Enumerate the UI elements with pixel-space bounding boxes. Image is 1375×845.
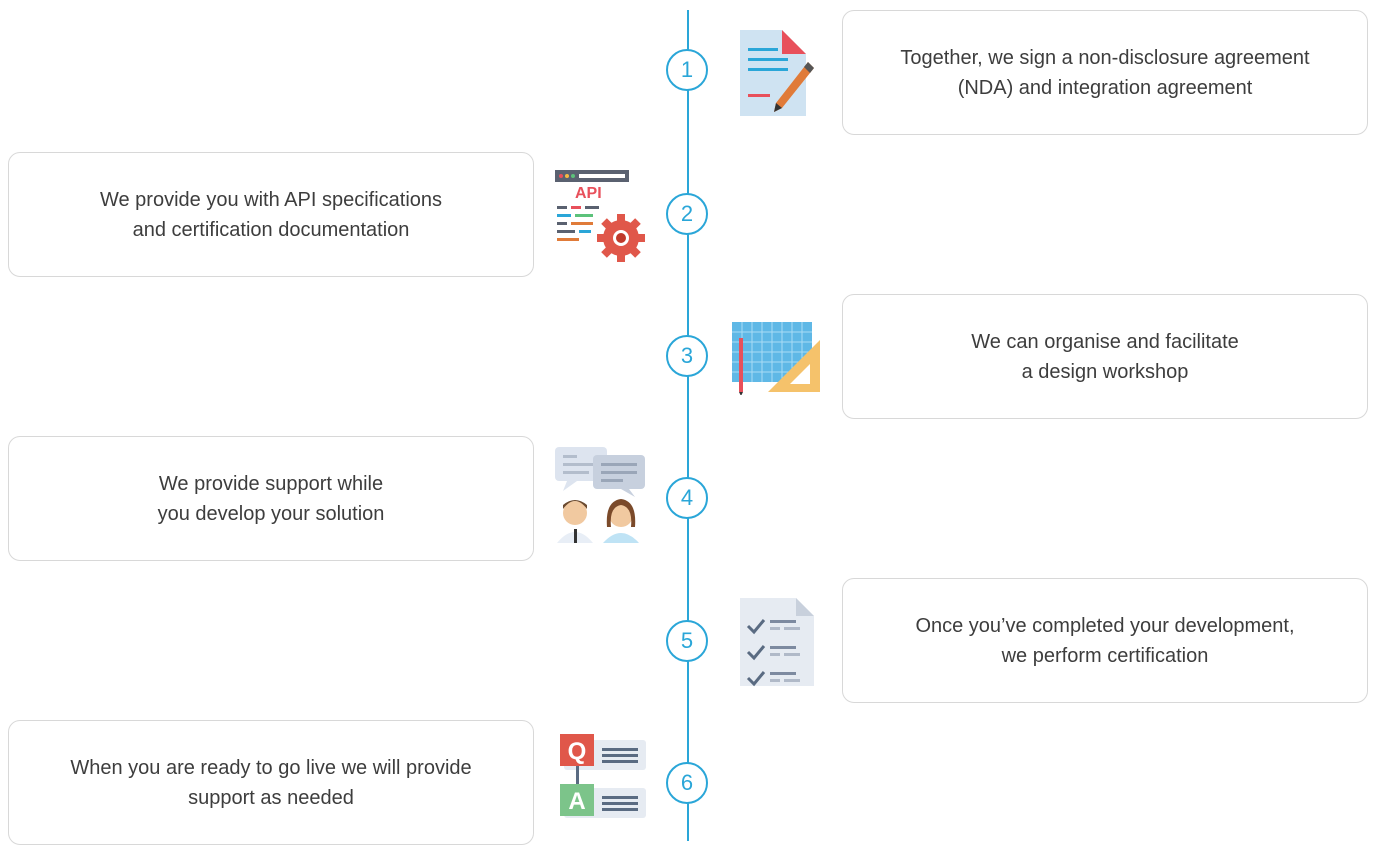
step-5-text-line-1: Once you’ve completed your development, [915,614,1295,637]
step-1-card: Together, we sign a non-disclosure agree… [842,10,1368,135]
step-number-2: 2 [666,193,708,235]
step-2-card: We provide you with API specifications a… [8,152,534,277]
step-2-text-line-2: and certification documentation [132,218,410,241]
step-6-text-line-2: support as needed [188,786,354,809]
timeline-line [687,10,689,841]
qa-a-label: A [568,788,585,815]
step-number-1: 1 [666,49,708,91]
step-6-text-line-1: When you are ready to go live we will pr… [70,756,472,779]
step-number-4: 4 [666,477,708,519]
step-4-text-line-1: We provide support while [158,472,384,495]
step-number-6: 6 [666,762,708,804]
api-label: API [575,185,602,202]
checklist-icon [738,596,818,693]
step-4-card: We provide support while you develop you… [8,436,534,561]
step-4-text-line-2: you develop your solution [157,502,385,525]
step-3-text-line-2: a design workshop [1021,360,1189,383]
step-number-5: 5 [666,620,708,662]
step-number-3: 3 [666,335,708,377]
qa-q-label: Q [568,738,587,765]
support-chat-people-icon [553,445,648,550]
step-2-text-line-1: We provide you with API specifications [99,188,443,211]
api-gear-icon: API [553,168,648,268]
step-3-card: We can organise and facilitate a design … [842,294,1368,419]
step-5-text-line-2: we perform certification [1001,644,1209,667]
step-6-card: When you are ready to go live we will pr… [8,720,534,845]
step-1-text-line-1: Together, we sign a non-disclosure agree… [900,46,1310,69]
document-pen-icon [738,28,818,123]
qa-icon: Q A [556,732,648,831]
step-3-text-line-1: We can organise and facilitate [971,330,1239,353]
step-5-card: Once you’ve completed your development, … [842,578,1368,703]
step-1-text-line-2: (NDA) and integration agreement [957,76,1253,99]
blueprint-ruler-icon [730,320,825,400]
